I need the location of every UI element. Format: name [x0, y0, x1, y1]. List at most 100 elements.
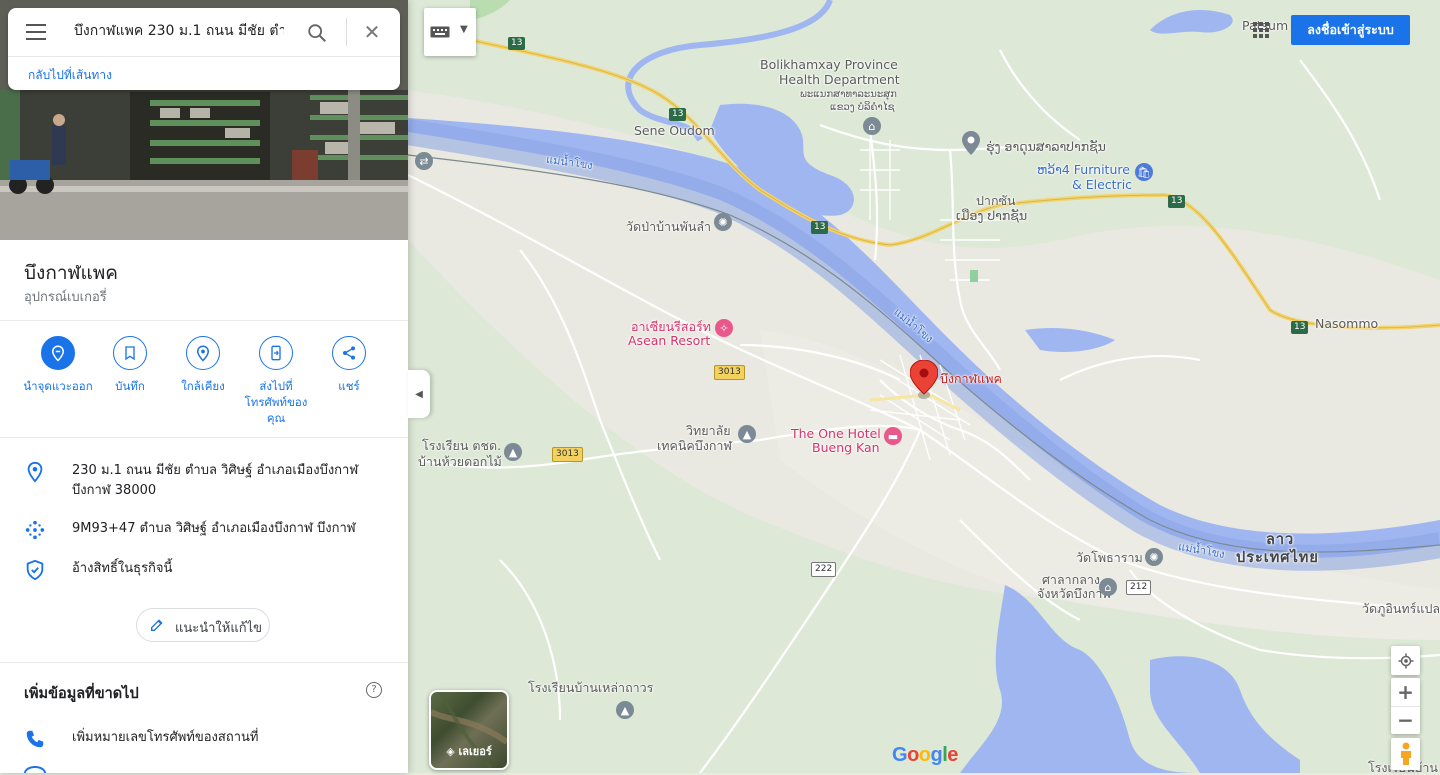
map-label-college-2: เทคนิคบึงกาฬ [657, 438, 732, 453]
map-label-lao-school: ຮຸ່ງ ອາດຸນສາລາປາກຊັນ [986, 139, 1106, 154]
divider [0, 662, 408, 663]
zoom-control: + − [1391, 678, 1420, 734]
map-label-asean-2: Asean Resort [628, 333, 711, 348]
remove-stop-icon [51, 345, 65, 362]
map-label-wat-pho: วัดโพธาราม [1076, 550, 1143, 565]
government-poi-icon[interactable]: ⌂ [1099, 578, 1117, 596]
place-title: บึงกาฬแพค [24, 262, 118, 284]
google-apps-icon[interactable] [1253, 22, 1269, 38]
divider [346, 18, 347, 46]
map-label-wat-tu: วัดภูอินทร์แปลง [1362, 601, 1440, 616]
add-phone-row[interactable]: เพิ่มหมายเลขโทรศัพท์ของสถานที่ [0, 728, 408, 750]
share-button[interactable]: แชร์ [313, 336, 385, 394]
send-to-phone-label: ส่งไปที่โทรศัพท์ของคุณ [244, 379, 308, 425]
hotel-poi-icon[interactable]: ▬ [884, 427, 902, 445]
back-to-directions-link[interactable]: กลับไปที่เส้นทาง [28, 66, 112, 85]
plus-code-icon [25, 520, 45, 540]
resort-poi-icon[interactable]: ✧ [715, 319, 733, 337]
save-label: บันทึก [115, 379, 145, 393]
map-label-thailand-country: ประเทศไทย [1236, 550, 1319, 566]
school-poi-icon[interactable]: ▲ [616, 701, 634, 719]
map-label-asean-1: อาเซียนรีสอร์ท [631, 319, 711, 334]
menu-icon[interactable] [26, 24, 46, 40]
remove-stop-label: นำจุดแวะออก [23, 379, 93, 393]
address-row[interactable]: 230 ม.1 ถนน มีชัย ตำบล วิศิษฐ์ อำเภอเมือ… [0, 461, 408, 503]
claim-business-text: อ้างสิทธิ์ในธุรกิจนี้ [72, 561, 173, 576]
collapse-panel-button[interactable]: ◀ [408, 370, 430, 418]
route-shield-13: 13 [811, 221, 829, 234]
school-poi-icon[interactable]: ▲ [738, 425, 756, 443]
address-text: 230 ม.1 ถนน มีชัย ตำบล วิศิษฐ์ อำเภอเมือ… [72, 463, 359, 498]
my-location-button[interactable] [1391, 646, 1420, 675]
map-label-school-lao: โรงเรียนบ้านเหล่าถาวร [528, 680, 654, 695]
globe-icon [24, 766, 46, 773]
location-icon [27, 461, 43, 483]
map-label-nasommo: Nasommo [1315, 316, 1379, 331]
map-label-one-hotel-2: Bueng Kan [812, 440, 880, 455]
border-crossing-icon[interactable]: ⇄ [415, 152, 433, 170]
place-category[interactable]: อุปกรณ์เบเกอรี่ [24, 286, 107, 307]
save-button[interactable]: บันทึก [94, 336, 166, 394]
layers-label-text: เลเยอร์ [458, 745, 492, 758]
temple-poi-icon[interactable]: ✺ [714, 213, 732, 231]
my-location-icon [1398, 653, 1413, 668]
map-label-college-1: วิทยาลัย [686, 423, 731, 438]
search-box: ✕ กลับไปที่เส้นทาง [8, 8, 400, 90]
pencil-icon [151, 619, 163, 631]
layers-icon: ◈ [446, 745, 455, 758]
search-icon[interactable] [306, 22, 328, 44]
nearby-label: ใกล้เคียง [181, 379, 225, 393]
layers-button[interactable]: ◈ เลเยอร์ [429, 690, 509, 770]
chevron-left-icon: ◀ [415, 388, 423, 400]
place-pin-icon[interactable] [962, 131, 980, 155]
map-label-pakxan-th: ปากซัน [976, 193, 1016, 208]
layers-label: ◈ เลเยอร์ [431, 742, 507, 760]
zoom-in-button[interactable]: + [1391, 678, 1420, 707]
chevron-down-icon: ▼ [460, 24, 468, 35]
suggest-edit-button[interactable]: แนะนำให้แก้ไข [136, 608, 270, 642]
google-logo: Google [892, 744, 958, 766]
map-label-furniture-2: & Electric [1072, 177, 1133, 192]
plus-code-text: 9M93+47 ตำบล วิศิษฐ์ อำเภอเมืองบึงกาฬ บึ… [72, 521, 356, 536]
zoom-out-button[interactable]: − [1391, 707, 1420, 735]
send-to-phone-button[interactable]: ส่งไปที่โทรศัพท์ของคุณ [240, 336, 312, 426]
route-shield-13: 13 [669, 108, 687, 121]
search-input[interactable] [72, 22, 286, 40]
route-shield-212: 212 [1126, 580, 1152, 595]
map-label-lao-country: ลาว [1266, 532, 1295, 548]
map-label-wat-pa: วัดป่าบ้านพันลำ [626, 219, 712, 234]
school-poi-icon[interactable]: ▲ [504, 443, 522, 461]
input-tools-button[interactable]: ▼ [424, 8, 476, 56]
phone-icon [26, 730, 44, 748]
shopping-poi-icon[interactable]: 🛍 [1135, 163, 1153, 181]
street-view-pegman[interactable] [1391, 738, 1420, 770]
sign-in-button[interactable]: ลงชื่อเข้าสู่ระบบ [1291, 15, 1410, 45]
route-shield-3013: 3013 [552, 447, 583, 462]
map-label-pin: บึงกาฬแพค [940, 371, 1002, 386]
nearby-button[interactable]: ใกล้เคียง [167, 336, 239, 394]
plus-code-row[interactable]: 9M93+47 ตำบล วิศิษฐ์ อำเภอเมืองบึงกาฬ บึ… [0, 519, 408, 541]
nearby-icon [196, 345, 210, 362]
map-label-pakxan-lao: ເມືອງ ປາກຊັນ [956, 208, 1028, 223]
remove-stop-button[interactable]: นำจุดแวะออก [22, 336, 94, 394]
action-bar: นำจุดแวะออก บันทึก ใกล้เคียง ส่งไปที่โทร… [0, 336, 408, 436]
claim-business-row[interactable]: อ้างสิทธิ์ในธุรกิจนี้ [0, 559, 408, 581]
help-icon[interactable]: ? [366, 682, 382, 698]
place-panel: บึงกาฬแพค อุปกรณ์เบเกอรี่ นำจุดแวะออก บั… [0, 0, 408, 773]
temple-poi-icon[interactable]: ✺ [1145, 548, 1163, 566]
government-poi-icon[interactable]: ⌂ [863, 117, 881, 135]
map-label-court-1: ศาลากลาง [1042, 572, 1100, 587]
route-shield-222: 222 [811, 562, 837, 577]
share-label: แชร์ [338, 379, 360, 393]
map-label-bolikhamxay: Bolikhamxay Province [760, 57, 898, 72]
route-shield-3013: 3013 [714, 365, 745, 380]
map-label-one-hotel-1: The One Hotel [791, 426, 881, 441]
suggest-edit-label: แนะนำให้แก้ไข [175, 621, 263, 636]
close-icon[interactable]: ✕ [360, 20, 384, 44]
pegman-icon [1400, 742, 1411, 765]
map-label-furniture-1: ຫວ້າ4 Furniture [1037, 162, 1130, 177]
location-pin-icon[interactable] [910, 360, 938, 402]
add-phone-text: เพิ่มหมายเลขโทรศัพท์ของสถานที่ [72, 730, 259, 745]
map-label-health-dept: Health Department [779, 72, 900, 87]
map-label-lao-health-2: ແຂວງ ບໍລິຄຳໄຊ [830, 102, 895, 113]
